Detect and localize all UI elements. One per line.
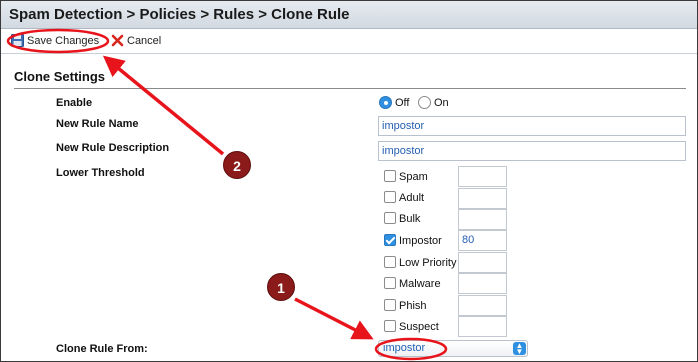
- chevron-up-down-icon: ▲ ▼: [513, 342, 526, 356]
- new-rule-name-input[interactable]: impostor: [378, 116, 686, 136]
- threshold-label: Impostor: [399, 235, 442, 247]
- callout-badge-1: 1: [267, 273, 295, 301]
- cancel-label: Cancel: [127, 35, 162, 47]
- floppy-disk-icon: [11, 34, 24, 50]
- save-changes-label: Save Changes: [27, 35, 100, 47]
- on-label: On: [434, 97, 449, 109]
- threshold-adult-input[interactable]: [458, 188, 507, 209]
- off-label: Off: [395, 97, 410, 109]
- threshold-suspect-checkbox[interactable]: Suspect: [384, 320, 439, 338]
- clone-rule-window: Spam Detection > Policies > Rules > Clon…: [0, 0, 698, 362]
- save-changes-button[interactable]: Save Changes: [11, 34, 99, 50]
- new-rule-description-input[interactable]: impostor: [378, 141, 686, 161]
- threshold-malware-input[interactable]: [458, 273, 507, 294]
- annotation-overlay: [6, 28, 448, 361]
- section-title: Clone Settings: [14, 69, 106, 84]
- threshold-label: Bulk: [399, 213, 421, 225]
- threshold-suspect-input[interactable]: [458, 316, 507, 337]
- checkbox-box: [384, 277, 396, 289]
- threshold-label: Malware: [399, 278, 441, 290]
- threshold-bulk-checkbox[interactable]: Bulk: [384, 212, 420, 230]
- close-icon: [111, 34, 124, 50]
- enable-label: Enable: [56, 97, 93, 109]
- checkbox-box: [384, 299, 396, 311]
- threshold-impostor-checkbox[interactable]: Impostor: [384, 234, 442, 252]
- checkbox-box: [384, 191, 396, 203]
- checkbox-box: [384, 256, 396, 268]
- section-divider: [14, 88, 686, 89]
- threshold-label: Low Priority: [399, 257, 457, 269]
- threshold-bulk-input[interactable]: [458, 209, 507, 230]
- clone-rule-from-value: impostor: [383, 342, 426, 354]
- cancel-button[interactable]: Cancel: [111, 34, 161, 50]
- enable-off-radio[interactable]: Off: [379, 96, 409, 109]
- radio-selected-indicator: [379, 96, 392, 109]
- title-bar: Spam Detection > Policies > Rules > Clon…: [1, 1, 697, 29]
- threshold-adult-checkbox[interactable]: Adult: [384, 191, 424, 209]
- lower-threshold-label: Lower Threshold: [56, 167, 145, 179]
- threshold-spam-input[interactable]: [458, 166, 507, 187]
- toolbar: Save Changes Cancel: [1, 29, 697, 54]
- threshold-label: Adult: [399, 192, 425, 204]
- checkbox-box: [384, 320, 396, 332]
- threshold-low-priority-input[interactable]: [458, 252, 507, 273]
- threshold-label: Phish: [399, 300, 427, 312]
- threshold-phish-input[interactable]: [458, 295, 507, 316]
- threshold-label: Suspect: [399, 321, 439, 333]
- radio-indicator: [418, 96, 431, 109]
- checkbox-box: [384, 170, 396, 182]
- checkbox-box: [384, 212, 396, 224]
- callout-2-arrow: [102, 55, 225, 156]
- enable-on-radio[interactable]: On: [418, 96, 449, 109]
- new-rule-name-label: New Rule Name: [56, 118, 139, 130]
- threshold-spam-checkbox[interactable]: Spam: [384, 170, 428, 188]
- threshold-impostor-input[interactable]: 80: [458, 230, 507, 251]
- clone-rule-from-select[interactable]: impostor ▲ ▼: [378, 340, 528, 357]
- threshold-phish-checkbox[interactable]: Phish: [384, 299, 427, 317]
- threshold-label: Spam: [399, 171, 428, 183]
- breadcrumb: Spam Detection > Policies > Rules > Clon…: [9, 6, 350, 23]
- callout-1-arrow: [294, 297, 374, 340]
- checkbox-checked-box: [384, 234, 396, 246]
- callout-badge-2: 2: [223, 151, 251, 179]
- clone-rule-from-label: Clone Rule From:: [56, 343, 148, 355]
- new-rule-description-label: New Rule Description: [56, 142, 170, 154]
- threshold-low-priority-checkbox[interactable]: Low Priority: [384, 256, 456, 274]
- threshold-malware-checkbox[interactable]: Malware: [384, 277, 441, 295]
